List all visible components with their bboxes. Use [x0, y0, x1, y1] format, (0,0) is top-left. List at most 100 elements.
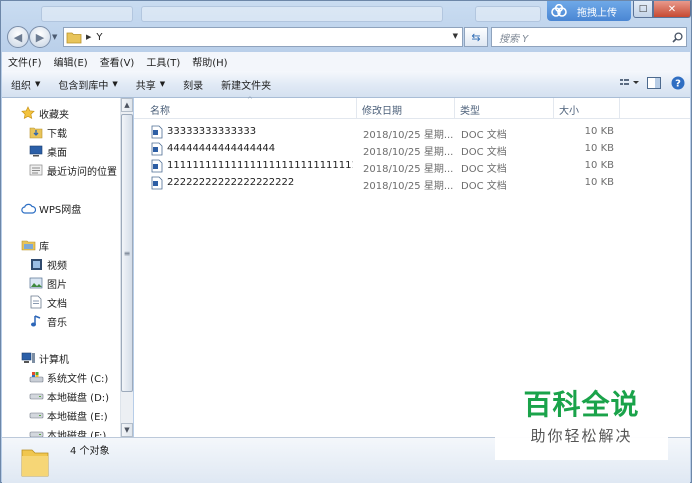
burn-button[interactable]: 刻录 [174, 77, 212, 92]
column-divider[interactable] [356, 98, 357, 118]
music-note-icon [28, 314, 44, 328]
nav-documents[interactable]: 文档 [28, 293, 67, 311]
include-in-library-button[interactable]: 包含到库中 ▼ [49, 77, 126, 92]
file-size: 10 KB [584, 160, 614, 171]
share-button[interactable]: 共享 ▼ [127, 77, 174, 92]
nav-libraries[interactable]: 库 [20, 236, 49, 254]
restore-button[interactable]: □ [633, 1, 653, 18]
file-name: 1111111111111111111111111111111111... [167, 160, 353, 171]
nav-desktop-label: 桌面 [47, 147, 67, 159]
downloads-folder-icon [28, 125, 44, 139]
refresh-icon: ⇆ [471, 30, 481, 44]
close-button[interactable]: ✕ [653, 1, 691, 18]
organize-label: 组织 [11, 80, 31, 92]
navigation-scrollbar[interactable]: ▲ ≡ ▼ [120, 98, 133, 437]
file-row[interactable]: 1111111111111111111111111111111111... 20… [134, 158, 690, 175]
nav-recent-label: 最近访问的位置 [47, 166, 117, 178]
column-header-size[interactable]: 大小 [559, 102, 579, 117]
new-folder-button[interactable]: 新建文件夹 [212, 77, 280, 92]
command-toolbar: 组织 ▼ 包含到库中 ▼ 共享 ▼ 刻录 新建文件夹 ? [2, 71, 690, 98]
toolbar-right-group: ? [618, 71, 690, 97]
column-divider[interactable] [619, 98, 620, 118]
star-icon [20, 106, 36, 120]
nav-favorites-label: 收藏夹 [39, 109, 69, 121]
navigation-pane: 收藏夹 下载 桌面 最近访问的位置 WPS网盘 库 视频 图片 文档 音乐 计算… [2, 98, 120, 437]
nav-drive-c[interactable]: 系统文件 (C:) [28, 368, 108, 386]
doc-file-icon [151, 125, 163, 139]
address-dropdown-icon[interactable]: ▼ [453, 32, 458, 40]
search-icon[interactable] [668, 31, 686, 43]
column-header-name[interactable]: 名称 [150, 102, 170, 117]
nav-favorites[interactable]: 收藏夹 [20, 104, 69, 122]
title-bar: 拖拽上传 □ ✕ [1, 1, 691, 23]
recent-pages-dropdown-icon[interactable]: ▼ [52, 33, 57, 41]
column-header-row: ^ 名称 修改日期 类型 大小 [134, 96, 690, 119]
file-date: 2018/10/25 星期... [363, 147, 454, 158]
nav-drive-e[interactable]: 本地磁盘 (E:) [28, 406, 108, 424]
back-arrow-icon: ◀ [13, 30, 23, 44]
nav-pictures-label: 图片 [47, 279, 67, 291]
nav-recent[interactable]: 最近访问的位置 [28, 161, 117, 179]
drag-upload-button[interactable]: 拖拽上传 [547, 1, 631, 21]
nav-music[interactable]: 音乐 [28, 312, 67, 330]
view-list-icon [620, 78, 640, 91]
column-divider[interactable] [454, 98, 455, 118]
file-type: DOC 文档 [461, 164, 507, 175]
include-in-library-label: 包含到库中 [58, 80, 109, 92]
address-bar[interactable]: ▶ Y ▼ [63, 27, 463, 47]
nav-pictures[interactable]: 图片 [28, 274, 67, 292]
explorer-window: 拖拽上传 □ ✕ ◀ ▶ ▼ ▶ Y ▼ ⇆ 搜索 Y 文件(F) 编辑(E) … [0, 0, 692, 483]
burn-label: 刻录 [183, 80, 204, 92]
breadcrumb-current[interactable]: Y [96, 32, 102, 43]
menu-help[interactable]: 帮助(H) [186, 54, 233, 69]
ghost-title-bar [141, 6, 443, 22]
nav-drive-d[interactable]: 本地磁盘 (D:) [28, 387, 109, 405]
nav-wps-cloud-label: WPS网盘 [39, 204, 82, 216]
file-type: DOC 文档 [461, 181, 507, 192]
file-row[interactable]: 33333333333333 2018/10/25 星期... DOC 文档 1… [134, 124, 690, 141]
nav-desktop[interactable]: 桌面 [28, 142, 67, 160]
recent-places-icon [28, 163, 44, 177]
menu-tools[interactable]: 工具(T) [140, 54, 186, 69]
nav-computer[interactable]: 计算机 [20, 349, 69, 367]
cloud-upload-icon [547, 1, 571, 21]
help-button[interactable]: ? [666, 76, 690, 93]
watermark-subtitle: 助你轻松解决 [530, 426, 633, 445]
nav-drive-e-label: 本地磁盘 (E:) [47, 411, 108, 423]
column-divider[interactable] [553, 98, 554, 118]
hard-drive-icon [28, 389, 44, 403]
nav-downloads-label: 下载 [47, 128, 67, 140]
view-options-button[interactable] [618, 78, 642, 91]
column-header-type[interactable]: 类型 [460, 102, 480, 117]
scroll-down-icon[interactable]: ▼ [121, 423, 133, 437]
file-date: 2018/10/25 星期... [363, 130, 454, 141]
breadcrumb-separator-icon[interactable]: ▶ [86, 33, 91, 41]
svg-text:?: ? [675, 78, 681, 89]
refresh-button[interactable]: ⇆ [464, 27, 488, 47]
menu-file[interactable]: 文件(F) [2, 54, 48, 69]
file-row[interactable]: 44444444444444444 2018/10/25 星期... DOC 文… [134, 141, 690, 158]
ghost-search-bar [475, 6, 541, 22]
scroll-up-icon[interactable]: ▲ [121, 98, 133, 112]
back-button[interactable]: ◀ [7, 26, 29, 48]
nav-wps-cloud[interactable]: WPS网盘 [20, 199, 81, 217]
chevron-down-icon: ▼ [35, 80, 41, 88]
search-input[interactable]: 搜索 Y [491, 27, 687, 47]
preview-pane-button[interactable] [642, 76, 666, 92]
folder-icon [20, 444, 50, 478]
nav-downloads[interactable]: 下载 [28, 123, 67, 141]
scrollbar-thumb[interactable]: ≡ [121, 114, 133, 392]
nav-videos[interactable]: 视频 [28, 255, 67, 273]
file-row[interactable]: 22222222222222222222 2018/10/25 星期... DO… [134, 175, 690, 192]
file-size: 10 KB [584, 143, 614, 154]
doc-file-icon [151, 176, 163, 190]
file-name: 44444444444444444 [167, 143, 276, 154]
menu-view[interactable]: 查看(V) [94, 54, 141, 69]
column-header-date[interactable]: 修改日期 [362, 102, 402, 117]
nav-drive-f[interactable]: 本地磁盘 (F:) [28, 425, 106, 437]
menu-edit[interactable]: 编辑(E) [48, 54, 94, 69]
forward-button[interactable]: ▶ [29, 26, 51, 48]
organize-button[interactable]: 组织 ▼ [2, 77, 49, 92]
picture-icon [28, 276, 44, 290]
nav-music-label: 音乐 [47, 317, 67, 329]
